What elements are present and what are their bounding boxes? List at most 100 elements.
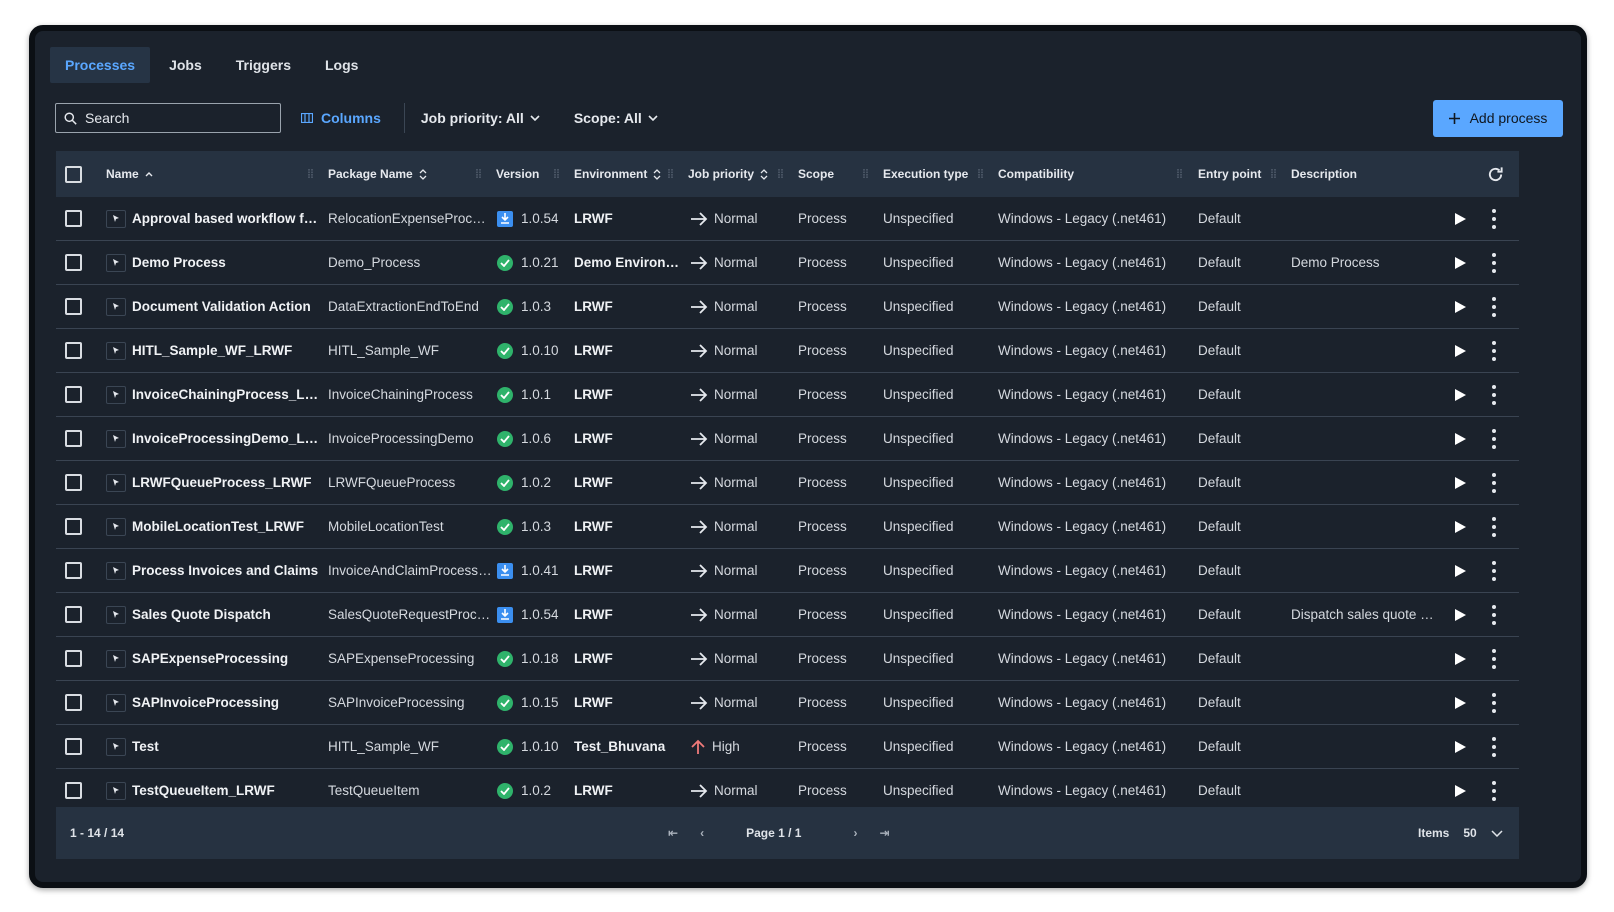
table-row[interactable]: HITL_Sample_WF_LRWF HITL_Sample_WF 1.0.1…: [56, 329, 1519, 373]
column-resize-handle[interactable]: ⁞⁞: [1270, 167, 1277, 181]
more-actions-icon[interactable]: [1490, 472, 1498, 493]
header-execution-type[interactable]: Execution type: [883, 167, 968, 181]
play-icon[interactable]: [1453, 740, 1467, 754]
row-checkbox[interactable]: [65, 430, 82, 447]
play-icon[interactable]: [1453, 608, 1467, 622]
play-icon[interactable]: [1453, 520, 1467, 534]
process-name[interactable]: Sales Quote Dispatch: [132, 607, 324, 622]
download-update-icon[interactable]: [497, 606, 513, 623]
table-row[interactable]: InvoiceChainingProcess_LRWF InvoiceChain…: [56, 373, 1519, 417]
download-update-icon[interactable]: [497, 210, 513, 227]
column-resize-handle[interactable]: ⁞⁞: [553, 167, 560, 181]
row-checkbox[interactable]: [65, 474, 82, 491]
select-all-checkbox[interactable]: [65, 165, 82, 183]
more-actions-icon[interactable]: [1490, 648, 1498, 669]
download-update-icon[interactable]: [497, 562, 513, 579]
more-actions-icon[interactable]: [1490, 560, 1498, 581]
row-checkbox[interactable]: [65, 738, 82, 755]
row-checkbox[interactable]: [65, 210, 82, 227]
row-checkbox[interactable]: [65, 518, 82, 535]
process-name[interactable]: Approval based workflow for a...: [132, 211, 324, 226]
process-name[interactable]: TestQueueItem_LRWF: [132, 783, 324, 798]
table-row[interactable]: InvoiceProcessingDemo_LRWF InvoiceProces…: [56, 417, 1519, 461]
play-icon[interactable]: [1453, 476, 1467, 490]
columns-button[interactable]: Columns: [301, 110, 381, 126]
prev-page-icon[interactable]: ‹: [700, 826, 704, 840]
more-actions-icon[interactable]: [1490, 736, 1498, 757]
play-icon[interactable]: [1453, 564, 1467, 578]
play-icon[interactable]: [1453, 388, 1467, 402]
process-name[interactable]: HITL_Sample_WF_LRWF: [132, 343, 324, 358]
more-actions-icon[interactable]: [1490, 428, 1498, 449]
tab-processes[interactable]: Processes: [50, 47, 151, 83]
column-resize-handle[interactable]: ⁞⁞: [475, 167, 482, 181]
play-icon[interactable]: [1453, 344, 1467, 358]
process-name[interactable]: LRWFQueueProcess_LRWF: [132, 475, 324, 490]
process-name[interactable]: Document Validation Action: [132, 299, 324, 314]
row-checkbox[interactable]: [65, 298, 82, 315]
process-name[interactable]: SAPInvoiceProcessing: [132, 695, 324, 710]
process-name[interactable]: Process Invoices and Claims: [132, 563, 324, 578]
column-resize-handle[interactable]: ⁞⁞: [777, 167, 784, 181]
play-icon[interactable]: [1453, 784, 1467, 798]
process-name[interactable]: Test: [132, 739, 324, 754]
process-name[interactable]: InvoiceProcessingDemo_LRWF: [132, 431, 324, 446]
column-resize-handle[interactable]: ⁞⁞: [307, 167, 314, 181]
row-checkbox[interactable]: [65, 782, 82, 799]
process-name[interactable]: Demo Process: [132, 255, 324, 270]
play-icon[interactable]: [1453, 696, 1467, 710]
header-environment[interactable]: Environment: [574, 167, 661, 181]
header-job-priority[interactable]: Job priority: [688, 167, 768, 181]
table-row[interactable]: LRWFQueueProcess_LRWF LRWFQueueProcess 1…: [56, 461, 1519, 505]
table-row[interactable]: Demo Process Demo_Process 1.0.21 Demo En…: [56, 241, 1519, 285]
table-row[interactable]: Test HITL_Sample_WF 1.0.10 Test_Bhuvana …: [56, 725, 1519, 769]
tab-logs[interactable]: Logs: [310, 47, 373, 83]
table-row[interactable]: MobileLocationTest_LRWF MobileLocationTe…: [56, 505, 1519, 549]
search-input[interactable]: [85, 110, 265, 126]
next-page-icon[interactable]: ›: [853, 826, 857, 840]
row-checkbox[interactable]: [65, 342, 82, 359]
header-package[interactable]: Package Name: [328, 167, 427, 181]
process-name[interactable]: SAPExpenseProcessing: [132, 651, 324, 666]
table-row[interactable]: Approval based workflow for a... Relocat…: [56, 197, 1519, 241]
last-page-icon[interactable]: ⇥: [879, 826, 889, 840]
process-name[interactable]: InvoiceChainingProcess_LRWF: [132, 387, 324, 402]
table-row[interactable]: Document Validation Action DataExtractio…: [56, 285, 1519, 329]
row-checkbox[interactable]: [65, 254, 82, 271]
more-actions-icon[interactable]: [1490, 516, 1498, 537]
header-scope[interactable]: Scope: [798, 167, 834, 181]
more-actions-icon[interactable]: [1490, 340, 1498, 361]
more-actions-icon[interactable]: [1490, 384, 1498, 405]
table-row[interactable]: Process Invoices and Claims InvoiceAndCl…: [56, 549, 1519, 593]
row-checkbox[interactable]: [65, 386, 82, 403]
job-priority-filter[interactable]: Job priority: All: [421, 110, 540, 126]
row-checkbox[interactable]: [65, 694, 82, 711]
play-icon[interactable]: [1453, 432, 1467, 446]
more-actions-icon[interactable]: [1490, 252, 1498, 273]
table-row[interactable]: SAPExpenseProcessing SAPExpenseProcessin…: [56, 637, 1519, 681]
header-version[interactable]: Version: [496, 167, 539, 181]
more-actions-icon[interactable]: [1490, 692, 1498, 713]
header-compatibility[interactable]: Compatibility: [998, 167, 1074, 181]
add-process-button[interactable]: Add process: [1433, 99, 1563, 137]
column-resize-handle[interactable]: ⁞⁞: [667, 167, 674, 181]
row-checkbox[interactable]: [65, 650, 82, 667]
play-icon[interactable]: [1453, 652, 1467, 666]
header-name[interactable]: Name: [106, 167, 153, 181]
tab-jobs[interactable]: Jobs: [154, 47, 217, 83]
scope-filter[interactable]: Scope: All: [574, 110, 658, 126]
table-row[interactable]: Sales Quote Dispatch SalesQuoteRequestPr…: [56, 593, 1519, 637]
items-per-page[interactable]: Items 50: [1418, 826, 1503, 840]
row-checkbox[interactable]: [65, 606, 82, 623]
play-icon[interactable]: [1453, 212, 1467, 226]
header-entry-point[interactable]: Entry point: [1198, 167, 1261, 181]
more-actions-icon[interactable]: [1490, 296, 1498, 317]
row-checkbox[interactable]: [65, 562, 82, 579]
more-actions-icon[interactable]: [1490, 208, 1498, 229]
play-icon[interactable]: [1453, 300, 1467, 314]
more-actions-icon[interactable]: [1490, 780, 1498, 801]
table-row[interactable]: SAPInvoiceProcessing SAPInvoiceProcessin…: [56, 681, 1519, 725]
more-actions-icon[interactable]: [1490, 604, 1498, 625]
header-description[interactable]: Description: [1291, 167, 1357, 181]
tab-triggers[interactable]: Triggers: [221, 47, 306, 83]
